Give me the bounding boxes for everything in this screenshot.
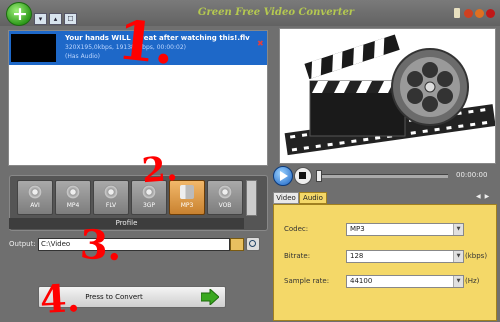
bitrate-select[interactable]: 128 ▼ [346, 250, 464, 263]
profile-flv-button[interactable]: FLV [93, 180, 129, 215]
film-reel-icon [28, 185, 42, 199]
arrow-right-icon [201, 289, 219, 305]
plus-icon: + [12, 3, 28, 25]
seek-handle[interactable] [316, 170, 322, 182]
codec-label: Codec: [284, 225, 309, 233]
chevron-down-icon: ▼ [453, 276, 463, 287]
profile-vob-button[interactable]: VOB [207, 180, 243, 215]
tab-video[interactable]: Video [273, 192, 299, 204]
help-icon[interactable] [464, 9, 473, 18]
codec-select[interactable]: MP3 ▼ [346, 223, 464, 236]
profile-avi-button[interactable]: AVI [17, 180, 53, 215]
folder-icon[interactable] [230, 238, 244, 251]
minimize-icon[interactable] [475, 9, 484, 18]
annotation-1: 1. [114, 7, 178, 77]
film-clapper-image [280, 29, 495, 163]
annotation-3: 3. [78, 220, 123, 271]
video-thumbnail [11, 34, 56, 62]
file-audio-flag: (Has Audio) [65, 53, 100, 60]
annotation-2: 2. [140, 148, 179, 192]
move-down-button[interactable]: ▾ [34, 13, 47, 25]
film-reel-icon [66, 185, 80, 199]
profile-mp4-button[interactable]: MP4 [55, 180, 91, 215]
seek-bar[interactable] [318, 174, 448, 178]
stop-button[interactable] [294, 167, 312, 185]
profile-label-avi: AVI [30, 202, 40, 209]
skin-icon[interactable] [454, 8, 460, 18]
profile-label-vob: VOB [218, 202, 232, 209]
bitrate-unit: (kbps) [465, 252, 488, 260]
codec-value: MP3 [350, 225, 365, 233]
app-title: Green Free Video Converter [197, 7, 355, 18]
bitrate-value: 128 [350, 252, 364, 260]
sample-rate-value: 44100 [350, 277, 373, 285]
chevron-down-icon: ▼ [453, 251, 463, 262]
close-icon[interactable] [486, 9, 495, 18]
speaker-icon [180, 185, 194, 199]
tab-audio[interactable]: Audio [299, 192, 327, 204]
output-label: Output: [9, 240, 36, 248]
time-readout: 00:00:00 [456, 171, 488, 179]
film-reel-icon [104, 185, 118, 199]
sample-rate-select[interactable]: 44100 ▼ [346, 275, 464, 288]
profile-scrollbar[interactable] [246, 180, 257, 216]
add-file-button[interactable]: + [6, 2, 32, 26]
clear-list-button[interactable]: ☐ [64, 13, 77, 25]
profile-caption: Profile [9, 218, 244, 229]
preview-area [279, 28, 496, 164]
sample-rate-unit: (Hz) [465, 277, 480, 285]
film-reel-icon [218, 185, 232, 199]
bitrate-label: Bitrate: [284, 252, 311, 260]
profile-label-3gp: 3GP [142, 202, 156, 209]
move-up-button[interactable]: ▴ [49, 13, 62, 25]
audio-settings-panel: Codec: MP3 ▼ Bitrate: 128 ▼ (kbps) Sample … [273, 204, 497, 321]
play-button[interactable] [273, 166, 293, 186]
chevron-down-icon: ▼ [453, 224, 463, 235]
annotation-4: 4. [38, 274, 81, 322]
output-path-field[interactable]: C:\Video [38, 238, 230, 251]
profile-label-mp4: MP4 [66, 202, 80, 209]
profile-label-mp3: MP3 [180, 202, 194, 209]
profile-label-flv: FLV [105, 202, 117, 209]
tab-nav-arrows[interactable]: ◀▶ [476, 193, 493, 200]
search-icon[interactable] [246, 237, 260, 251]
play-icon [280, 171, 288, 181]
remove-icon[interactable]: ✖ [257, 39, 264, 48]
sample-rate-label: Sample rate: [284, 277, 330, 285]
stop-icon [299, 172, 306, 179]
